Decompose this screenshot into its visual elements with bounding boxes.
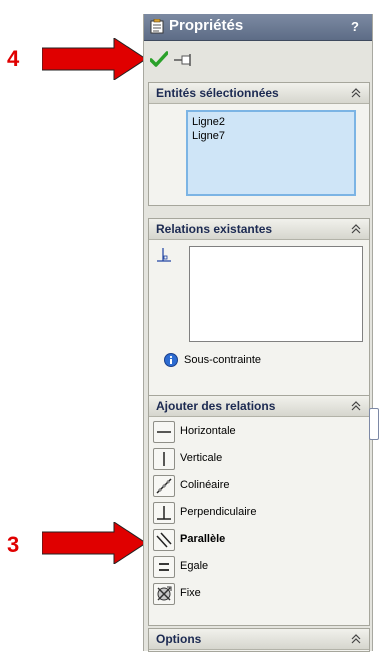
- existing-relations-title: Relations existantes: [156, 222, 273, 236]
- pushpin-icon[interactable]: [174, 54, 194, 66]
- info-icon: [164, 353, 178, 367]
- vertical-icon: [163, 452, 165, 466]
- property-manager-panel: Propriétés ? Entités sélectionnées Ligne…: [143, 14, 373, 652]
- double-chevron-up-icon[interactable]: [351, 634, 361, 644]
- options-header[interactable]: Options: [149, 629, 369, 650]
- equal-label[interactable]: Egale: [180, 560, 208, 572]
- equal-button[interactable]: [153, 556, 175, 578]
- help-button[interactable]: ?: [348, 18, 362, 35]
- equal-icon: [159, 563, 169, 571]
- annotation-arrow-bottom: [42, 522, 147, 564]
- list-item[interactable]: Ligne2: [188, 115, 354, 129]
- list-item[interactable]: Ligne7: [188, 129, 354, 143]
- constraint-status: Sous-contrainte: [184, 354, 262, 366]
- options-group: Options: [148, 628, 370, 652]
- panel-splitter-handle[interactable]: [369, 408, 379, 440]
- check-icon[interactable]: [150, 51, 168, 67]
- fixed-button[interactable]: [153, 583, 175, 605]
- perpendicular-button[interactable]: [153, 502, 175, 524]
- horizontal-label[interactable]: Horizontale: [180, 425, 236, 437]
- add-relations-header[interactable]: Ajouter des relations: [149, 396, 369, 417]
- existing-relations-group: Relations existantes Sous-contrainte: [148, 218, 370, 396]
- horizontal-icon: [157, 431, 171, 433]
- annotation-arrow-top: [42, 38, 147, 80]
- perpendicular-icon: [157, 506, 171, 520]
- parallel-label[interactable]: Parallèle: [180, 533, 225, 545]
- panel-title: Propriétés: [169, 17, 244, 34]
- fixed-label[interactable]: Fixe: [180, 587, 201, 599]
- title-bar: Propriétés ?: [144, 14, 372, 41]
- vertical-button[interactable]: [153, 448, 175, 470]
- collinear-label[interactable]: Colinéaire: [180, 479, 230, 491]
- selected-entities-group: Entités sélectionnées Ligne2 Ligne7: [148, 82, 370, 206]
- options-title: Options: [156, 632, 202, 646]
- collinear-icon: [156, 478, 172, 494]
- parallel-button[interactable]: [153, 529, 175, 551]
- annotation-number-3: 3: [7, 532, 20, 557]
- properties-icon: [150, 19, 164, 34]
- selected-entities-list[interactable]: Ligne2 Ligne7: [186, 110, 356, 196]
- ok-toolbar: [144, 41, 372, 81]
- horizontal-button[interactable]: [153, 421, 175, 443]
- double-chevron-up-icon[interactable]: [351, 224, 361, 234]
- existing-relations-list[interactable]: [189, 246, 363, 342]
- relation-symbol-icon: [157, 248, 171, 262]
- vertical-label[interactable]: Verticale: [180, 452, 222, 464]
- double-chevron-up-icon[interactable]: [351, 401, 361, 411]
- annotation-number-4: 4: [7, 46, 20, 71]
- selected-entities-title: Entités sélectionnées: [156, 86, 279, 100]
- add-relations-group: Ajouter des relations Horizontale Vertic…: [148, 395, 370, 626]
- collinear-button[interactable]: [153, 475, 175, 497]
- add-relations-title: Ajouter des relations: [156, 399, 276, 413]
- double-chevron-up-icon[interactable]: [351, 88, 361, 98]
- existing-relations-header[interactable]: Relations existantes: [149, 219, 369, 240]
- perpendicular-label[interactable]: Perpendiculaire: [180, 506, 256, 518]
- selected-entities-header[interactable]: Entités sélectionnées: [149, 83, 369, 104]
- fixed-anchor-icon: [157, 586, 172, 601]
- parallel-icon: [156, 532, 172, 548]
